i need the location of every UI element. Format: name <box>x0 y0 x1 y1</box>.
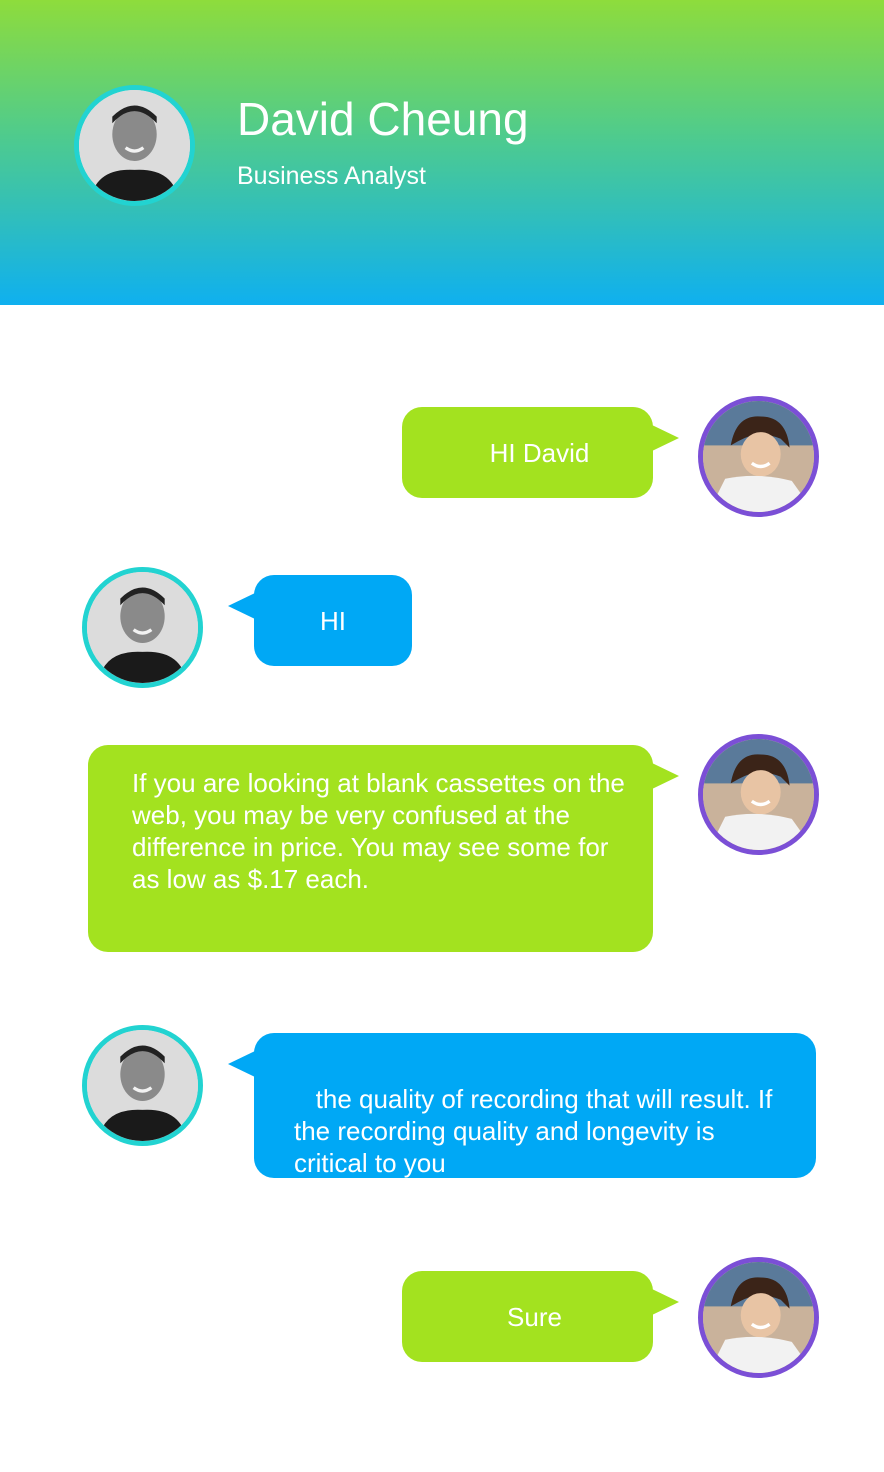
person-photo-icon <box>79 90 190 201</box>
user-avatar[interactable] <box>698 396 819 517</box>
message-bubble-incoming[interactable]: the quality of recording that will resul… <box>228 1033 816 1178</box>
message-bubble-outgoing[interactable]: HI David <box>402 407 679 498</box>
contact-avatar[interactable] <box>82 1025 203 1146</box>
bubble-tail <box>652 763 679 789</box>
person-photo-icon <box>703 739 814 850</box>
message-bubble-outgoing[interactable]: If you are looking at blank cassettes on… <box>88 745 679 952</box>
contact-role: Business Analyst <box>237 162 426 190</box>
person-photo-icon <box>87 572 198 683</box>
chat-header: David Cheung Business Analyst <box>0 0 884 305</box>
person-photo-icon <box>703 1262 814 1373</box>
message-text: Sure <box>507 1301 562 1332</box>
message-text: HI David <box>489 437 590 468</box>
user-avatar[interactable] <box>698 734 819 855</box>
person-photo-icon <box>87 1030 198 1141</box>
bubble-tail <box>228 1051 255 1077</box>
message-text: If you are looking at blank cassettes on… <box>132 768 625 894</box>
user-avatar[interactable] <box>698 1257 819 1378</box>
message-text: the quality of recording that will resul… <box>294 1084 780 1178</box>
contact-avatar[interactable] <box>82 567 203 688</box>
bubble-tail <box>652 1289 679 1315</box>
bubble-tail <box>652 425 679 451</box>
contact-avatar[interactable] <box>74 85 195 206</box>
person-photo-icon <box>703 401 814 512</box>
message-text: HI <box>320 605 346 636</box>
message-bubble-outgoing[interactable]: Sure <box>402 1271 679 1362</box>
contact-name: David Cheung <box>237 93 529 145</box>
message-bubble-incoming[interactable]: HI <box>228 575 412 666</box>
bubble-tail <box>228 593 255 619</box>
